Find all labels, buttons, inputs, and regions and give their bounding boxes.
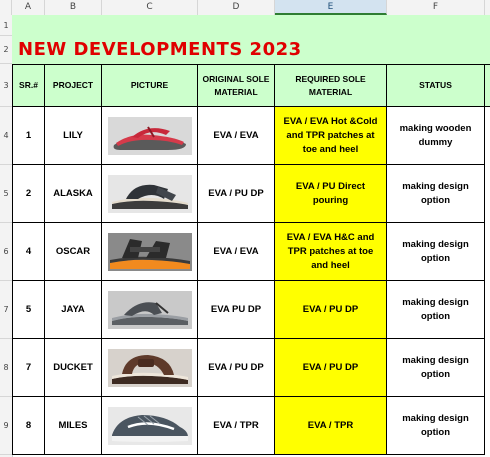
row-header-3[interactable]: 3 bbox=[0, 64, 12, 107]
status-cell[interactable]: making wooden dummy bbox=[387, 107, 485, 165]
column-header-d[interactable]: D bbox=[198, 0, 275, 15]
row-header-9[interactable]: 9 bbox=[0, 397, 12, 455]
status-cell[interactable]: making design option bbox=[387, 281, 485, 339]
picture-cell[interactable] bbox=[102, 223, 198, 281]
brown-slide-image bbox=[107, 348, 192, 387]
project-cell[interactable]: MILES bbox=[45, 397, 102, 455]
row-header-1[interactable]: 1 bbox=[0, 15, 12, 36]
header-sr[interactable]: SR.# bbox=[12, 64, 45, 107]
project-cell[interactable]: ALASKA bbox=[45, 165, 102, 223]
select-all-corner[interactable] bbox=[0, 0, 12, 15]
orange-sole-sandal-image bbox=[107, 232, 192, 271]
grey-sneaker-image bbox=[107, 406, 192, 445]
header-project[interactable]: PROJECT bbox=[45, 64, 102, 107]
project-cell[interactable]: OSCAR bbox=[45, 223, 102, 281]
status-cell[interactable]: making design option bbox=[387, 339, 485, 397]
row-header-6[interactable]: 6 bbox=[0, 223, 12, 281]
required-sole-cell[interactable]: EVA / TPR bbox=[275, 397, 387, 455]
sr-cell[interactable]: 7 bbox=[12, 339, 45, 397]
row-header-5[interactable]: 5 bbox=[0, 165, 12, 223]
required-sole-cell[interactable]: EVA / PU DP bbox=[275, 339, 387, 397]
required-sole-cell[interactable]: EVA / PU DP bbox=[275, 281, 387, 339]
project-cell[interactable]: LILY bbox=[45, 107, 102, 165]
sr-cell[interactable]: 5 bbox=[12, 281, 45, 339]
sheet-title[interactable]: NEW DEVELOPMENTS 2023 bbox=[18, 39, 302, 60]
header-picture[interactable]: PICTURE bbox=[102, 64, 198, 107]
column-header-b[interactable]: B bbox=[45, 0, 102, 15]
row-header-7[interactable]: 7 bbox=[0, 281, 12, 339]
grey-thong-sandal-image bbox=[107, 290, 192, 329]
header-status[interactable]: STATUS bbox=[387, 64, 485, 107]
required-sole-cell[interactable]: EVA / PU Direct pouring bbox=[275, 165, 387, 223]
header-overflow bbox=[485, 64, 490, 107]
picture-cell[interactable] bbox=[102, 107, 198, 165]
header-original-sole[interactable]: ORIGINAL SOLE MATERIAL bbox=[198, 64, 275, 107]
required-sole-cell[interactable]: EVA / EVA Hot &Cold and TPR patches at t… bbox=[275, 107, 387, 165]
original-sole-cell[interactable]: EVA / EVA bbox=[198, 107, 275, 165]
picture-cell[interactable] bbox=[102, 281, 198, 339]
project-cell[interactable]: DUCKET bbox=[45, 339, 102, 397]
status-cell[interactable]: making design option bbox=[387, 165, 485, 223]
picture-cell[interactable] bbox=[102, 339, 198, 397]
picture-cell[interactable] bbox=[102, 397, 198, 455]
original-sole-cell[interactable]: EVA PU DP bbox=[198, 281, 275, 339]
picture-cell[interactable] bbox=[102, 165, 198, 223]
status-cell[interactable]: making design option bbox=[387, 223, 485, 281]
original-sole-cell[interactable]: EVA / PU DP bbox=[198, 165, 275, 223]
column-header-f[interactable]: F bbox=[387, 0, 485, 15]
project-cell[interactable]: JAYA bbox=[45, 281, 102, 339]
column-header-bar: A B C D E F bbox=[0, 0, 490, 16]
sheet-grid: NEW DEVELOPMENTS 2023 SR.# PROJECT PICTU… bbox=[12, 15, 490, 457]
sr-cell[interactable]: 2 bbox=[12, 165, 45, 223]
row-header-8[interactable]: 8 bbox=[0, 339, 12, 397]
row-header-4[interactable]: 4 bbox=[0, 107, 12, 165]
sr-cell[interactable]: 8 bbox=[12, 397, 45, 455]
sr-cell[interactable]: 4 bbox=[12, 223, 45, 281]
column-header-c[interactable]: C bbox=[102, 0, 198, 15]
column-header-a[interactable]: A bbox=[12, 0, 45, 15]
row-header-2[interactable]: 2 bbox=[0, 36, 12, 64]
header-required-sole[interactable]: REQUIRED SOLE MATERIAL bbox=[275, 64, 387, 107]
required-sole-cell[interactable]: EVA / EVA H&C and TPR patches at toe and… bbox=[275, 223, 387, 281]
red-flip-flop-image bbox=[107, 116, 192, 155]
original-sole-cell[interactable]: EVA / EVA bbox=[198, 223, 275, 281]
sr-cell[interactable]: 1 bbox=[12, 107, 45, 165]
dark-sandal-image bbox=[107, 174, 192, 213]
status-cell[interactable]: making design option bbox=[387, 397, 485, 455]
column-header-e[interactable]: E bbox=[275, 0, 387, 15]
original-sole-cell[interactable]: EVA / PU DP bbox=[198, 339, 275, 397]
original-sole-cell[interactable]: EVA / TPR bbox=[198, 397, 275, 455]
